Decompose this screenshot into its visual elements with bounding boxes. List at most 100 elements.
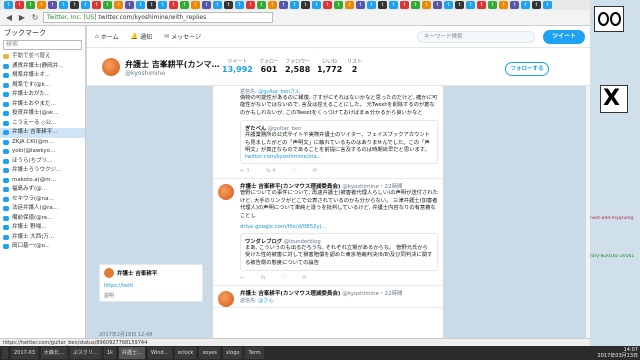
browser-tab[interactable]: t xyxy=(345,1,354,9)
quoted-tweet[interactable]: ぎたべん @gultar_ben 弁護業務所の公式サイトや実際弁護士のツイター、… xyxy=(240,120,438,165)
browser-tab[interactable]: t xyxy=(114,1,123,9)
taskbar-item[interactable]: 大森北… xyxy=(40,347,67,359)
browser-tab[interactable]: t xyxy=(543,1,552,9)
browser-tab[interactable]: t xyxy=(510,1,519,9)
tweet-time[interactable]: ・22時間 xyxy=(379,291,403,297)
avatar[interactable] xyxy=(218,291,234,308)
browser-tab[interactable]: t xyxy=(455,1,464,9)
browser-tab[interactable]: t xyxy=(235,1,244,9)
bookmark-item[interactable]: 規準です(@k… xyxy=(0,81,85,91)
browser-tab[interactable]: t xyxy=(312,1,321,9)
browser-tab[interactable]: t xyxy=(37,1,46,9)
browser-tab[interactable]: t xyxy=(411,1,420,9)
browser-tab[interactable]: t xyxy=(334,1,343,9)
tweet[interactable]: 弁護士 吉峯耕平(カンマウス理減委員会) @kyoshimine・22時間 管野… xyxy=(213,179,443,287)
taskbar-item[interactable]: 1k xyxy=(103,347,117,359)
bookmark-item[interactable]: セキウラ(@na… xyxy=(0,195,85,205)
stat-following[interactable]: フォロー 601 xyxy=(259,58,279,74)
taskbar-item[interactable]: xclock xyxy=(174,347,197,359)
bookmark-item[interactable]: 法廷弁護人(@ra… xyxy=(0,204,85,214)
bookmark-item[interactable]: 投資弁護士(@sk… xyxy=(0,109,85,119)
taskbar-item[interactable]: 2017-03 xyxy=(11,347,38,359)
retweet-action[interactable]: ⇆ xyxy=(261,275,266,281)
bookmark-item[interactable]: 弁護士おがた… xyxy=(0,90,85,100)
browser-tab[interactable]: t xyxy=(136,1,145,9)
browser-tab[interactable]: t xyxy=(422,1,431,9)
browser-tab[interactable]: t xyxy=(103,1,112,9)
browser-tab[interactable]: t xyxy=(367,1,376,9)
taskbar-item[interactable]: 弁護士… xyxy=(119,347,146,359)
bookmark-item[interactable]: 弁護士ろうウクジ… xyxy=(0,166,85,176)
nav-messages[interactable]: ✉ メッセージ xyxy=(164,32,201,41)
browser-tab[interactable]: t xyxy=(26,1,35,9)
browser-tab[interactable]: t xyxy=(323,1,332,9)
bookmark-item[interactable]: ZKJA CKI(@m… xyxy=(0,138,85,148)
browser-tab[interactable]: t xyxy=(400,1,409,9)
avatar[interactable] xyxy=(218,184,234,201)
dm-action[interactable]: ✉ xyxy=(302,275,307,281)
reply-action[interactable]: ↩ xyxy=(240,275,245,281)
bookmark-item[interactable]: 弁護士 大西(万… xyxy=(0,233,85,243)
taskbar-item[interactable]: Wind… xyxy=(148,347,172,359)
retweet-action[interactable]: ⇆ 4 xyxy=(266,168,276,174)
stat-likes[interactable]: いいね 1,772 xyxy=(317,58,342,74)
bookmark-item[interactable]: 弁護士おやまだ… xyxy=(0,100,85,110)
bookmark-item[interactable]: 通貨弁護士(静岡弁… xyxy=(0,62,85,72)
browser-tab[interactable]: t xyxy=(444,1,453,9)
reload-icon[interactable]: ↻ xyxy=(30,13,40,23)
browser-tab[interactable]: t xyxy=(488,1,497,9)
stat-lists[interactable]: リスト 2 xyxy=(347,58,362,74)
taskbar-item[interactable]: ぷスクリ… xyxy=(69,347,101,359)
browser-tab[interactable]: t xyxy=(477,1,486,9)
browser-tab[interactable]: t xyxy=(70,1,79,9)
mini-card-link[interactable]: https://twitt xyxy=(104,283,133,289)
browser-tab[interactable]: t xyxy=(202,1,211,9)
reply-action[interactable]: ↩ 1 xyxy=(240,168,250,174)
browser-tab[interactable]: t xyxy=(246,1,255,9)
bookmark-search-input[interactable]: 検索 xyxy=(3,40,82,50)
browser-tab[interactable]: t xyxy=(356,1,365,9)
tweet-link[interactable]: drive.google.com/file/d/0B52yj… xyxy=(240,224,438,230)
browser-tab[interactable]: t xyxy=(92,1,101,9)
taskbar-item[interactable] xyxy=(2,347,8,359)
bookmark-item[interactable]: こうえーる ◇公… xyxy=(0,119,85,129)
tweet[interactable]: 返信先: @gultar_benさん 偽物の可能性があるのに報復, さすがにそれ… xyxy=(213,86,443,180)
stat-followers[interactable]: フォロワー 2,588 xyxy=(285,58,310,74)
browser-tab[interactable]: t xyxy=(521,1,530,9)
back-icon[interactable]: ◀ xyxy=(4,13,14,23)
browser-tab[interactable]: t xyxy=(125,1,134,9)
browser-tab[interactable]: t xyxy=(378,1,387,9)
bookmark-item[interactable]: makoto.a(@m… xyxy=(0,176,85,186)
browser-tab[interactable]: t xyxy=(532,1,541,9)
url-field[interactable]: Twitter, Inc. [US] twitter.com/kyoshimin… xyxy=(43,12,273,23)
forward-icon[interactable]: ▶ xyxy=(17,13,27,23)
browser-tab[interactable]: t xyxy=(389,1,398,9)
taskbar-item[interactable]: xoyes xyxy=(199,347,220,359)
browser-tab[interactable]: t xyxy=(48,1,57,9)
browser-tab[interactable]: t xyxy=(466,1,475,9)
twitter-search-input[interactable]: キーワード検索 xyxy=(417,31,535,43)
browser-tab[interactable]: t xyxy=(224,1,233,9)
like-action[interactable]: ♡ xyxy=(281,275,286,281)
browser-tab[interactable]: t xyxy=(213,1,222,9)
tweet-button[interactable]: ツイート xyxy=(543,30,585,44)
browser-tab[interactable]: t xyxy=(279,1,288,9)
browser-tab[interactable]: t xyxy=(257,1,266,9)
tweet[interactable]: 弁護士 吉峯耕平(カンマウス理減委員会) @kyoshimine・22時間 返信… xyxy=(213,286,443,309)
browser-tab[interactable]: t xyxy=(290,1,299,9)
avatar[interactable] xyxy=(102,58,120,76)
bookmark-item[interactable]: 備前保徳(@re… xyxy=(0,214,85,224)
bookmark-item[interactable]: 規準弁護士オ… xyxy=(0,71,85,81)
bookmark-item[interactable]: 弁護士 野場… xyxy=(0,223,85,233)
browser-tab[interactable]: t xyxy=(169,1,178,9)
quoted-tweet[interactable]: ワンダレブログ @lounderblog まあ, こういうのも出るだろうな, そ… xyxy=(240,233,438,272)
nav-home[interactable]: ⌂ ホーム xyxy=(95,32,119,41)
browser-tab[interactable]: t xyxy=(15,1,24,9)
browser-tab[interactable]: t xyxy=(59,1,68,9)
browser-tab[interactable]: t xyxy=(433,1,442,9)
browser-tab[interactable]: t xyxy=(301,1,310,9)
taskbar-item[interactable]: Term xyxy=(245,347,264,359)
browser-tab[interactable]: t xyxy=(268,1,277,9)
browser-tab[interactable]: t xyxy=(158,1,167,9)
bookmark-item[interactable]: ほうら(ちブリ… xyxy=(0,157,85,167)
